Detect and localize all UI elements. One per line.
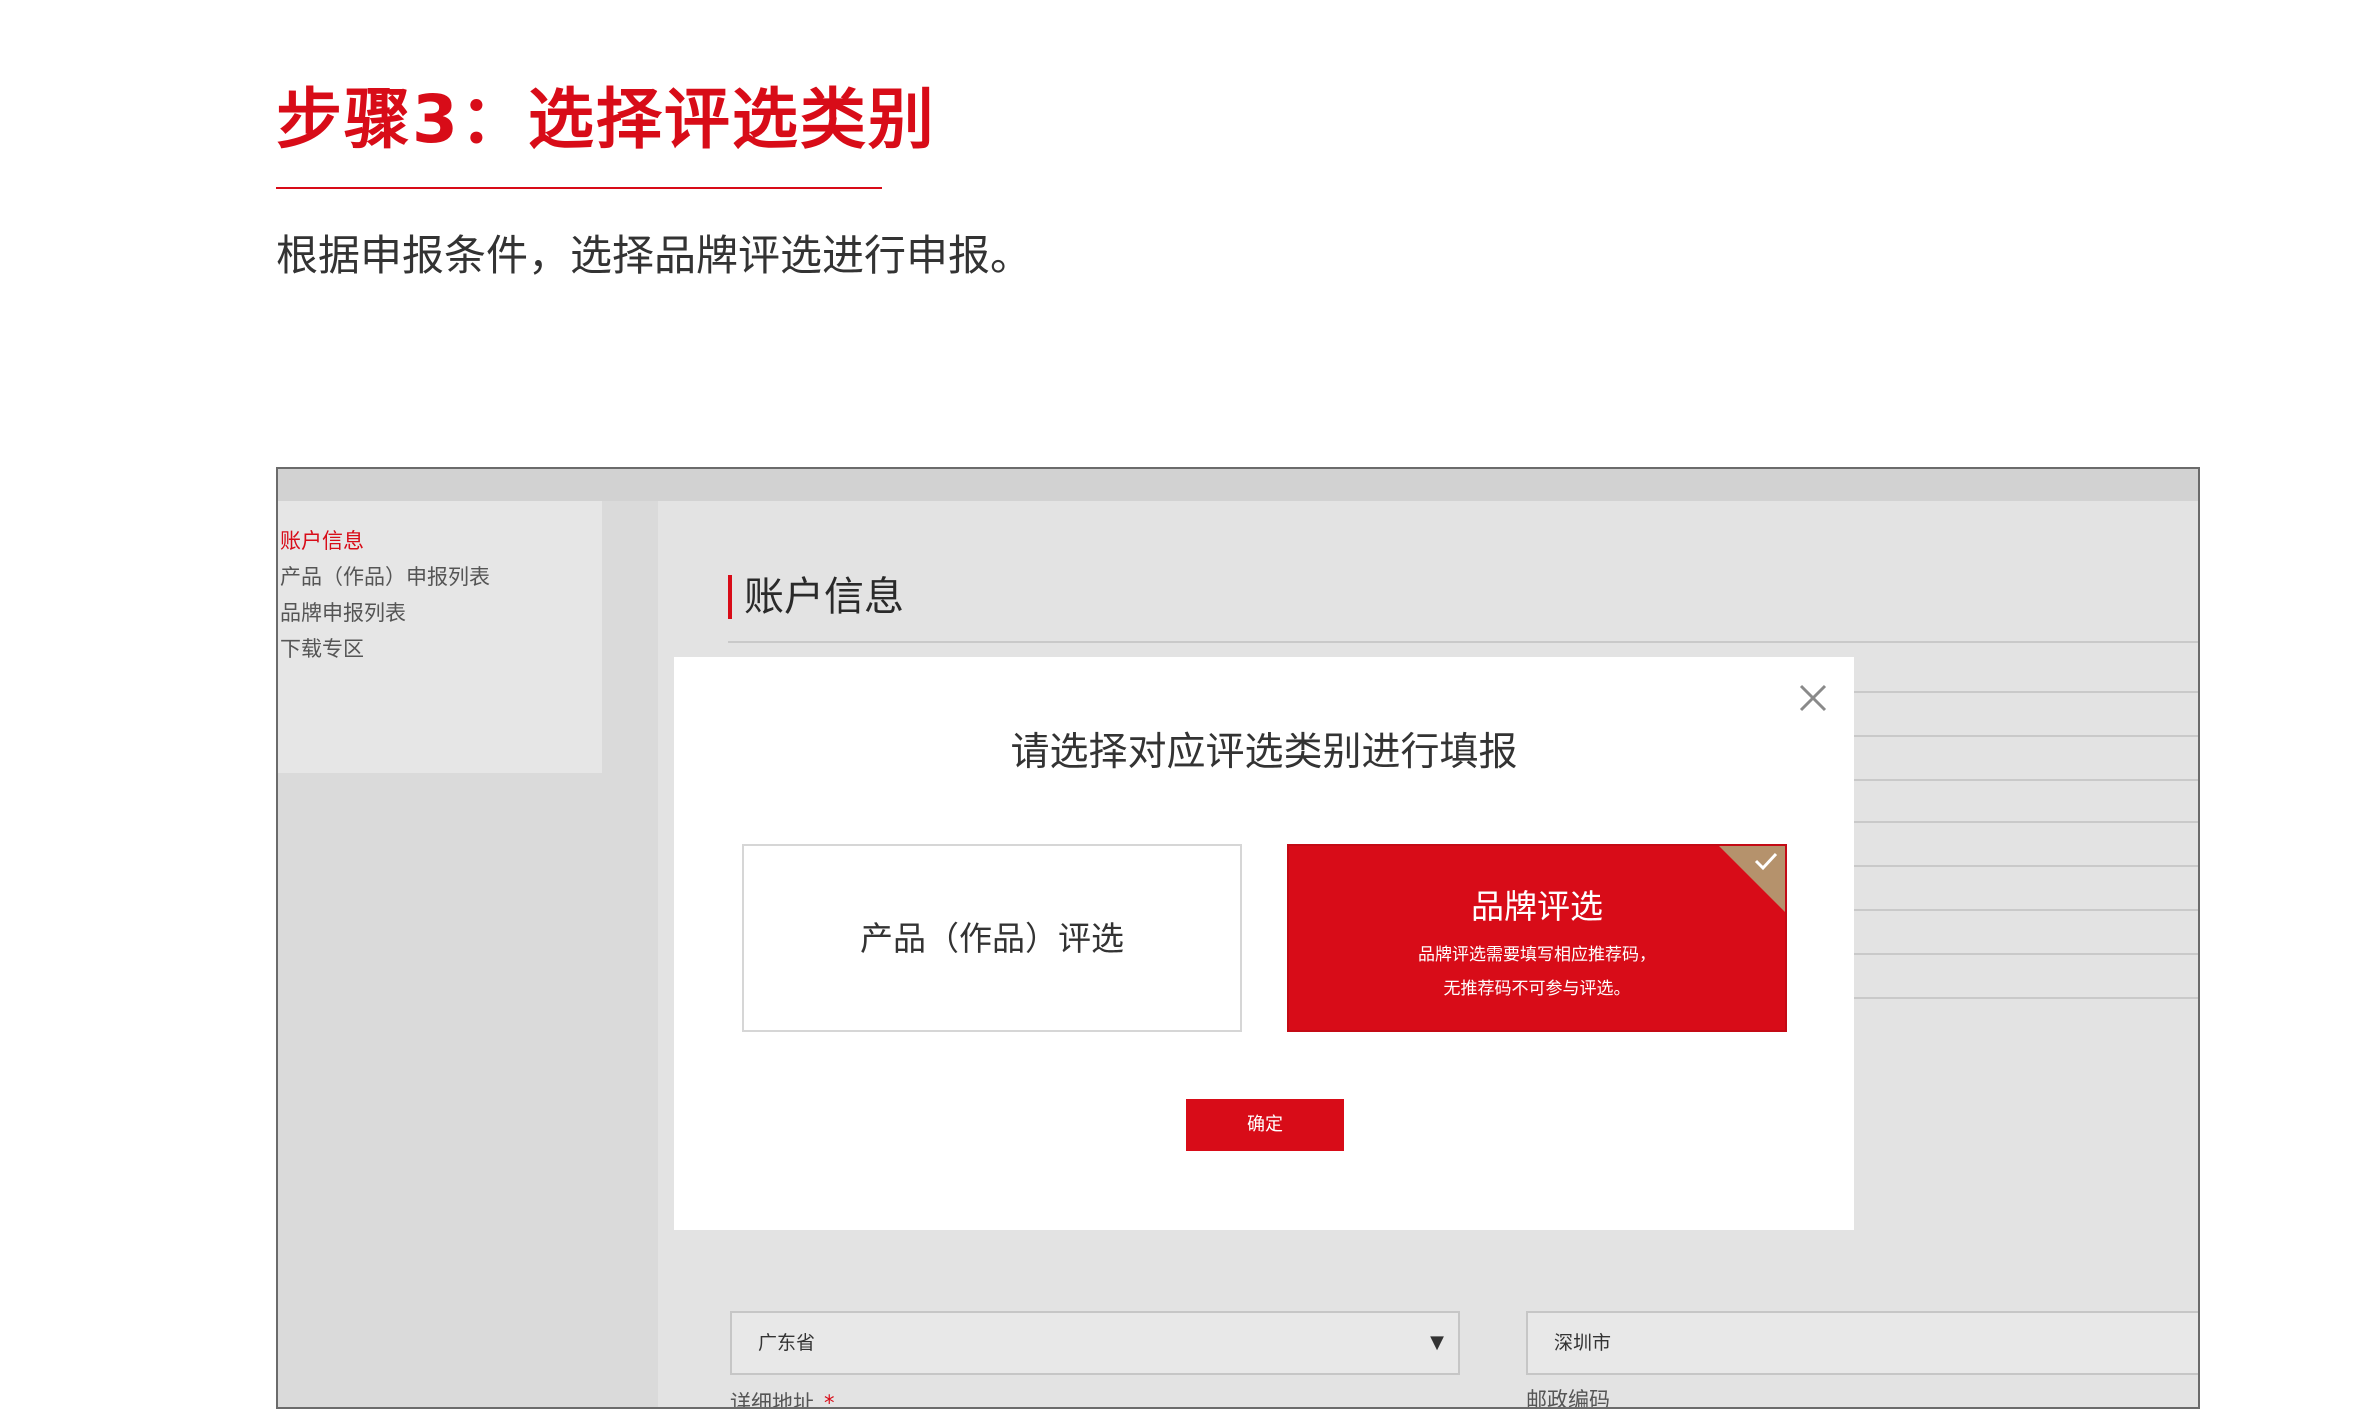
postcode-label: 邮政编码: [1526, 1388, 1610, 1409]
required-mark: *: [824, 1391, 835, 1409]
close-icon[interactable]: [1796, 681, 1830, 715]
sidebar: 账户信息 产品（作品）申报列表 品牌申报列表 下载专区: [278, 501, 602, 773]
option-brand-label: 品牌评选: [1471, 887, 1603, 926]
option-product-label: 产品（作品）评选: [860, 919, 1124, 958]
province-select[interactable]: 广东省 ▼: [730, 1311, 1460, 1375]
panel-heading: 账户信息: [728, 575, 904, 619]
option-brand-evaluation[interactable]: 品牌评选 品牌评选需要填写相应推荐码， 无推荐码不可参与评选。: [1287, 844, 1787, 1032]
brand-note-line1: 品牌评选需要填写相应推荐码，: [1418, 945, 1656, 965]
option-product-evaluation[interactable]: 产品（作品）评选: [742, 844, 1242, 1032]
step-title: 步骤3：选择评选类别: [276, 81, 936, 158]
city-value: 深圳市: [1554, 1332, 1612, 1354]
title-underline: [276, 187, 882, 189]
step-description: 根据申报条件，选择品牌评选进行申报。: [276, 231, 1033, 280]
confirm-button[interactable]: 确定: [1186, 1099, 1344, 1151]
address-label-text: 详细地址: [730, 1391, 814, 1409]
top-bar: [278, 469, 2198, 501]
sidebar-item-brand-list[interactable]: 品牌申报列表: [280, 597, 406, 627]
form-divider: [728, 641, 2198, 643]
screenshot-frame: 账户信息 产品（作品）申报列表 品牌申报列表 下载专区 账户信息 广东省 ▼ 深…: [276, 467, 2200, 1409]
chevron-down-icon: ▼: [1430, 1332, 1444, 1353]
brand-note-line2: 无推荐码不可参与评选。: [1443, 979, 1631, 999]
sidebar-item-downloads[interactable]: 下载专区: [280, 633, 364, 663]
sidebar-item-account-info[interactable]: 账户信息: [280, 525, 364, 555]
modal-title: 请选择对应评选类别进行填报: [1010, 730, 1518, 775]
address-label: 详细地址 *: [730, 1387, 835, 1409]
check-icon: [1754, 852, 1778, 871]
city-select[interactable]: 深圳市: [1526, 1311, 2198, 1375]
sidebar-item-product-list[interactable]: 产品（作品）申报列表: [280, 561, 490, 591]
province-value: 广东省: [758, 1332, 816, 1354]
category-modal: 请选择对应评选类别进行填报 产品（作品）评选 品牌评选 品牌评选需要填写相应推荐…: [674, 657, 1854, 1230]
